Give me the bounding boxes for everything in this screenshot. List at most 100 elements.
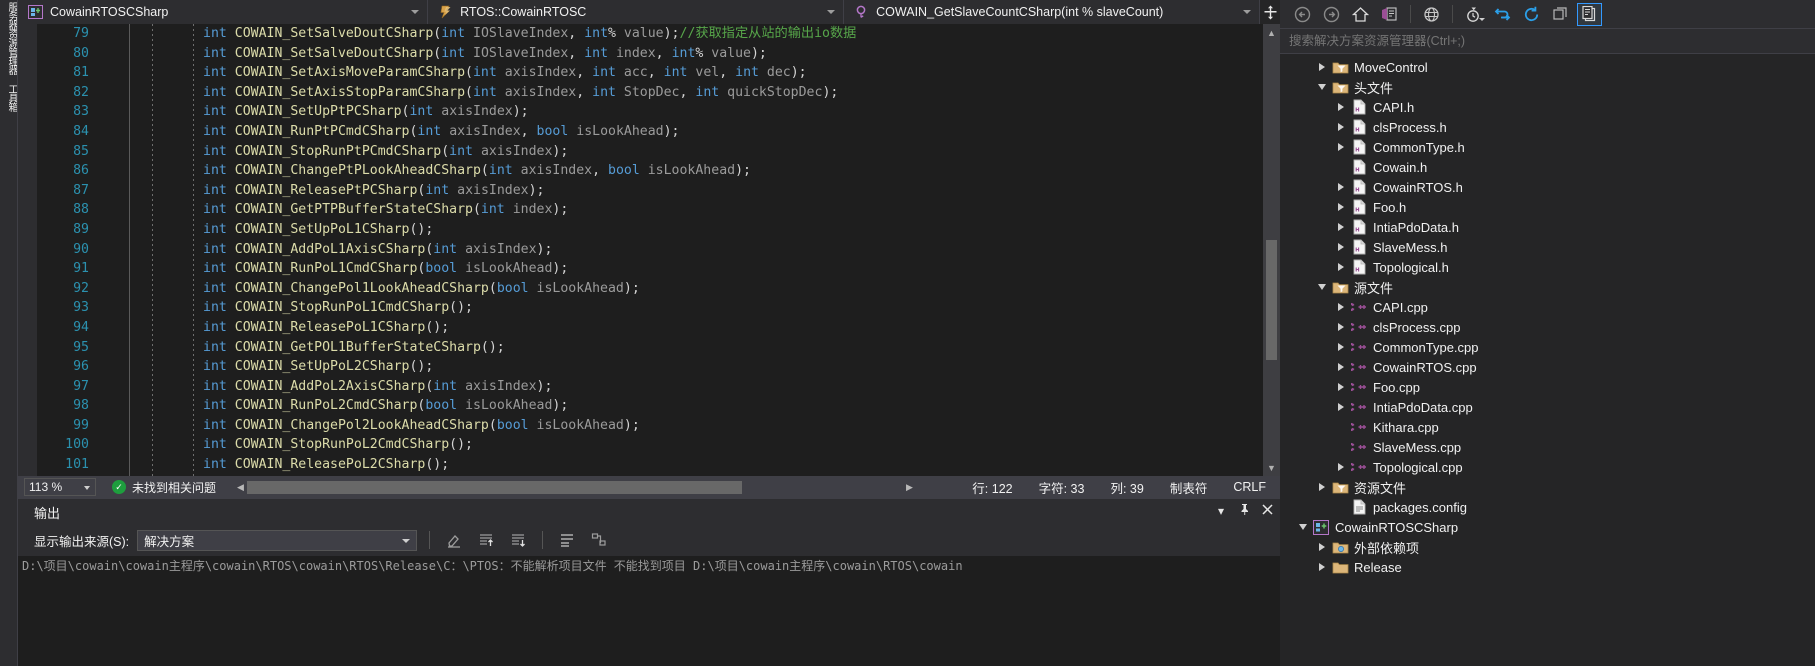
- tree-item[interactable]: Topological.cpp: [1280, 457, 1815, 477]
- code-line[interactable]: 96 int COWAIN_SetUpPoL2CSharp();: [37, 357, 1280, 377]
- chevron-right-icon[interactable]: [1332, 457, 1349, 477]
- chevron-down-icon[interactable]: [411, 10, 420, 14]
- hscroll-track[interactable]: [247, 480, 904, 494]
- tree-item[interactable]: Kithara.cpp: [1280, 417, 1815, 437]
- code-line[interactable]: 100 int COWAIN_StopRunPoL2CmdCSharp();: [37, 435, 1280, 455]
- globe-icon[interactable]: [1419, 3, 1444, 26]
- tree-item[interactable]: 资源文件: [1280, 477, 1815, 497]
- tree-item[interactable]: 外部依赖项: [1280, 537, 1815, 557]
- tree-item[interactable]: 源文件: [1280, 277, 1815, 297]
- chevron-right-icon[interactable]: [1332, 97, 1349, 117]
- search-input[interactable]: [1289, 34, 1794, 48]
- editor-vertical-scrollbar[interactable]: ▲ ▼: [1263, 24, 1280, 476]
- code-line[interactable]: 82 int COWAIN_SetAxisStopParamCSharp(int …: [37, 83, 1280, 103]
- code-line[interactable]: 80 int COWAIN_SetSalveDoutCSharp(int IOSl…: [37, 44, 1280, 64]
- code-line[interactable]: 87 int COWAIN_ReleasePtPCSharp(int axisIn…: [37, 181, 1280, 201]
- chevron-right-icon[interactable]: [1332, 317, 1349, 337]
- tree-item[interactable]: IntiaPdoData.h: [1280, 217, 1815, 237]
- show-all-files-icon[interactable]: [1548, 3, 1573, 26]
- code-editor-surface[interactable]: 79 int COWAIN_SetSalveDoutCSharp(int IOSl…: [18, 24, 1280, 476]
- code-line[interactable]: 84 int COWAIN_RunPtPCmdCSharp(int axisInd…: [37, 122, 1280, 142]
- chevron-right-icon[interactable]: [1332, 117, 1349, 137]
- code-line[interactable]: 86 int COWAIN_ChangePtPLookAheadCSharp(in…: [37, 161, 1280, 181]
- problems-indicator[interactable]: ✓ 未找到相关问题: [112, 479, 216, 496]
- tree-item[interactable]: CAPI.h: [1280, 97, 1815, 117]
- tree-item[interactable]: MoveControl: [1280, 57, 1815, 77]
- scroll-right-arrow-icon[interactable]: ▶: [903, 482, 916, 493]
- chevron-down-icon[interactable]: [1479, 17, 1485, 21]
- pin-icon[interactable]: [1237, 503, 1251, 518]
- tree-item[interactable]: Foo.h: [1280, 197, 1815, 217]
- tree-item[interactable]: Foo.cpp: [1280, 377, 1815, 397]
- code-line[interactable]: 97 int COWAIN_AddPoL2AxisCSharp(int axisI…: [37, 377, 1280, 397]
- refresh-icon[interactable]: [1490, 3, 1515, 26]
- tree-item[interactable]: SlaveMess.h: [1280, 237, 1815, 257]
- chevron-right-icon[interactable]: [1332, 377, 1349, 397]
- chevron-right-icon[interactable]: [1332, 257, 1349, 277]
- close-icon[interactable]: [1260, 503, 1274, 518]
- toggle-tree-icon[interactable]: [587, 529, 611, 551]
- scrollbar-thumb[interactable]: [1266, 240, 1277, 360]
- output-source-dropdown[interactable]: 解决方案: [137, 529, 418, 551]
- server-explorer-tab[interactable]: 服务器资源管理器: [1, 2, 17, 76]
- member-dropdown[interactable]: COWAIN_GetSlaveCountCSharp(int % slaveCo…: [844, 0, 1261, 24]
- chevron-right-icon[interactable]: [1332, 237, 1349, 257]
- tree-item[interactable]: CowainRTOSCSharp: [1280, 517, 1815, 537]
- chevron-right-icon[interactable]: [1332, 137, 1349, 157]
- tree-item[interactable]: 头文件: [1280, 77, 1815, 97]
- tree-item[interactable]: clsProcess.cpp: [1280, 317, 1815, 337]
- tree-item[interactable]: clsProcess.h: [1280, 117, 1815, 137]
- properties-icon[interactable]: [1577, 2, 1602, 26]
- editor-horizontal-scrollbar[interactable]: ◀ ▶: [234, 480, 916, 494]
- code-line[interactable]: 92 int COWAIN_ChangePol1LookAheadCSharp(b…: [37, 279, 1280, 299]
- word-wrap-icon[interactable]: [555, 529, 579, 551]
- tree-item[interactable]: CowainRTOS.cpp: [1280, 357, 1815, 377]
- chevron-down-icon[interactable]: [827, 10, 836, 14]
- code-line[interactable]: 89 int COWAIN_SetUpPoL1CSharp();: [37, 220, 1280, 240]
- tree-item[interactable]: CAPI.cpp: [1280, 297, 1815, 317]
- code-line[interactable]: 81 int COWAIN_SetAxisMoveParamCSharp(int …: [37, 63, 1280, 83]
- back-icon[interactable]: [1290, 3, 1315, 26]
- chevron-down-icon[interactable]: [1313, 277, 1330, 297]
- solution-explorer-search[interactable]: [1280, 29, 1815, 54]
- tree-item[interactable]: CommonType.cpp: [1280, 337, 1815, 357]
- code-line[interactable]: 95 int COWAIN_GetPOL1BufferStateCSharp();: [37, 338, 1280, 358]
- scroll-down-icon[interactable]: [506, 529, 530, 551]
- tree-item[interactable]: CommonType.h: [1280, 137, 1815, 157]
- code-line[interactable]: 93 int COWAIN_StopRunPoL1CmdCSharp();: [37, 298, 1280, 318]
- toolbox-tab[interactable]: 工具箱: [1, 84, 17, 132]
- code-line[interactable]: 90 int COWAIN_AddPoL1AxisCSharp(int axisI…: [37, 240, 1280, 260]
- home-icon[interactable]: [1348, 3, 1373, 26]
- scroll-left-arrow-icon[interactable]: ◀: [234, 482, 247, 493]
- code-line[interactable]: 91 int COWAIN_RunPoL1CmdCSharp(bool isLoo…: [37, 259, 1280, 279]
- forward-icon[interactable]: [1319, 3, 1344, 26]
- chevron-right-icon[interactable]: [1332, 217, 1349, 237]
- chevron-down-icon[interactable]: [402, 538, 411, 543]
- clear-output-icon[interactable]: [442, 529, 466, 551]
- chevron-right-icon[interactable]: [1332, 297, 1349, 317]
- chevron-right-icon[interactable]: [1332, 357, 1349, 377]
- code-line[interactable]: 99 int COWAIN_ChangePol2LookAheadCSharp(b…: [37, 416, 1280, 436]
- chevron-right-icon[interactable]: [1313, 537, 1330, 557]
- project-dropdown[interactable]: CowainRTOSCSharp: [18, 0, 429, 24]
- chevron-right-icon[interactable]: [1313, 477, 1330, 497]
- code-line[interactable]: 94 int COWAIN_ReleasePoL1CSharp();: [37, 318, 1280, 338]
- split-view-icon[interactable]: [1260, 0, 1281, 24]
- code-line[interactable]: 83 int COWAIN_SetUpPtPCSharp(int axisInde…: [37, 102, 1280, 122]
- code-line[interactable]: 98 int COWAIN_RunPoL2CmdCSharp(bool isLoo…: [37, 396, 1280, 416]
- tree-item[interactable]: Release: [1280, 557, 1815, 577]
- tree-item[interactable]: Topological.h: [1280, 257, 1815, 277]
- code-line[interactable]: 79 int COWAIN_SetSalveDoutCSharp(int IOSl…: [37, 24, 1280, 44]
- tree-item[interactable]: SlaveMess.cpp: [1280, 437, 1815, 457]
- chevron-down-icon[interactable]: [1294, 517, 1311, 537]
- pending-changes-filter-icon[interactable]: [1461, 3, 1486, 26]
- chevron-right-icon[interactable]: [1332, 197, 1349, 217]
- collapse-all-icon[interactable]: [1519, 3, 1544, 26]
- tree-item[interactable]: Cowain.h: [1280, 157, 1815, 177]
- code-line[interactable]: 85 int COWAIN_StopRunPtPCmdCSharp(int axi…: [37, 142, 1280, 162]
- chevron-down-icon[interactable]: [1313, 77, 1330, 97]
- zoom-level-selector[interactable]: 113 %: [24, 478, 96, 496]
- code-line[interactable]: 101 int COWAIN_ReleasePoL2CSharp();: [37, 455, 1280, 475]
- chevron-right-icon[interactable]: [1313, 557, 1330, 577]
- sync-with-active-document-icon[interactable]: [1377, 3, 1402, 26]
